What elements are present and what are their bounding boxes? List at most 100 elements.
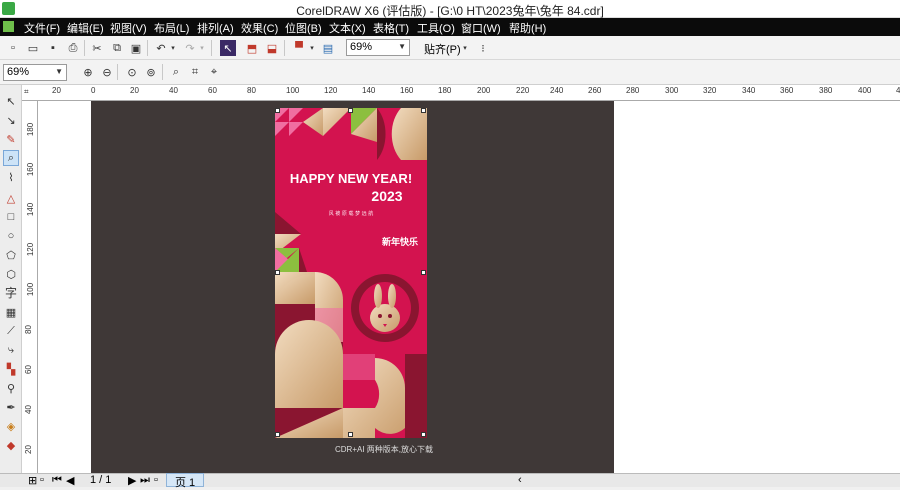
zoom-in-icon[interactable]: ⊕ [80, 64, 96, 80]
save-icon[interactable]: ▪ [45, 40, 61, 56]
new-document-icon[interactable]: ▫ [5, 40, 21, 56]
paste-icon[interactable]: ▣ [128, 40, 144, 56]
add-page-after-icon[interactable]: ▫ [154, 474, 158, 486]
shape-tool-icon[interactable]: ↘ [3, 112, 19, 128]
zoom-levels-combo[interactable]: 69% ▼ [3, 64, 67, 81]
ruler-v-label: 80 [23, 325, 33, 334]
menu-tools[interactable]: 工具(O) [417, 20, 455, 36]
application-launcher-icon[interactable]: ▀ [291, 40, 307, 56]
freehand-tool-icon[interactable]: ⌇ [3, 169, 19, 185]
rectangle-tool-icon[interactable]: □ [3, 209, 19, 225]
zoom-to-selected-icon[interactable]: ⊙ [124, 64, 140, 80]
polygon-tool-icon[interactable]: ⬠ [3, 247, 19, 263]
menu-view[interactable]: 视图(V) [110, 20, 147, 36]
pick-tool-icon[interactable]: ↖ [3, 93, 19, 109]
page-tab-label: 页 1 [175, 477, 196, 489]
menu-file[interactable]: 文件(F) [24, 20, 60, 36]
menu-effects[interactable]: 效果(C) [241, 20, 278, 36]
ruler-h-label: 200 [477, 86, 491, 95]
document-navigator: ⊞ ▫ ⏮ ◀ 1 / 1 ▶ ⏭ ▫ ‹ [0, 473, 900, 487]
zoom-levels-value: 69% [7, 66, 30, 78]
search-content-icon[interactable]: ↖ [220, 40, 236, 56]
horizontal-ruler[interactable]: ⌗ 20 0 20 40 60 80 100 120 140 160 180 200 220 240 260… [22, 85, 900, 101]
scroll-left-icon[interactable]: ‹ [518, 474, 522, 486]
open-icon[interactable]: ▭ [25, 40, 41, 56]
print-icon[interactable]: ⎙ [65, 40, 81, 56]
redo-icon[interactable]: ↷ [182, 40, 198, 56]
page-options-icon[interactable]: ⊞ [28, 474, 37, 487]
first-page-icon[interactable]: ⏮ [52, 474, 62, 487]
blend-tool-icon[interactable]: ▚ [3, 361, 19, 377]
property-bar: 69% ▼ ⊕ ⊖ ⊙ ⊚ ⌕ ⌗ ⌖ [0, 60, 900, 85]
zoom-out-icon[interactable]: ⊖ [99, 64, 115, 80]
ruler-h-label: 120 [324, 86, 338, 95]
toolbar-separator [162, 64, 163, 80]
selection-handle[interactable] [421, 108, 426, 113]
toolbar-separator [147, 40, 148, 56]
previous-page-icon[interactable]: ◀ [66, 474, 74, 487]
ruler-h-label: 140 [362, 86, 376, 95]
options-icon[interactable]: ⁝ [475, 40, 491, 56]
add-page-icon[interactable]: ▫ [40, 474, 44, 486]
text-tool-icon[interactable]: 字 [3, 284, 19, 300]
import-icon[interactable]: ⬒ [244, 40, 260, 56]
zoom-to-page-height-icon[interactable]: ⌖ [206, 64, 222, 80]
menu-window[interactable]: 窗口(W) [461, 20, 501, 36]
redo-dropdown-icon[interactable]: ▾ [197, 40, 207, 56]
snap-dropdown-icon[interactable]: ▾ [460, 40, 470, 56]
last-page-icon[interactable]: ⏭ [140, 474, 150, 487]
zoom-to-page-icon[interactable]: ⌕ [168, 64, 184, 80]
chevron-down-icon: ▼ [398, 42, 406, 51]
ruler-h-label: 220 [516, 86, 530, 95]
menu-text[interactable]: 文本(X) [329, 20, 366, 36]
drawing-window-right [614, 101, 900, 473]
smart-fill-tool-icon[interactable]: △ [3, 190, 19, 206]
copy-icon[interactable]: ⧉ [109, 40, 125, 56]
selection-handle[interactable] [348, 108, 353, 113]
selection-handle[interactable] [275, 108, 280, 113]
selection-handle[interactable] [421, 270, 426, 275]
interactive-fill-tool-icon[interactable]: ◆ [3, 437, 19, 453]
ellipse-tool-icon[interactable]: ○ [3, 228, 19, 244]
ruler-v-label: 140 [26, 202, 36, 217]
welcome-screen-icon[interactable]: ▤ [320, 40, 336, 56]
zoom-to-all-objects-icon[interactable]: ⊚ [143, 64, 159, 80]
document-menu-icon[interactable] [3, 21, 14, 32]
zoom-level-combo[interactable]: 69% ▼ [346, 39, 410, 56]
basic-shapes-tool-icon[interactable]: ⬡ [3, 266, 19, 282]
zoom-to-page-width-icon[interactable]: ⌗ [187, 64, 203, 80]
menu-help[interactable]: 帮助(H) [509, 20, 546, 36]
undo-icon[interactable]: ↶ [153, 40, 169, 56]
selection-handle[interactable] [275, 270, 280, 275]
poster-artwork[interactable]: HAPPY NEW YEAR! 2023 风 被 原 载 梦 远 航 新年快乐 [275, 108, 427, 438]
table-tool-icon[interactable]: ▦ [3, 304, 19, 320]
connector-tool-icon[interactable]: ⤷ [3, 342, 19, 358]
ruler-v-label: 100 [26, 282, 36, 297]
menu-table[interactable]: 表格(T) [373, 20, 409, 36]
toolbar-separator [211, 40, 212, 56]
next-page-icon[interactable]: ▶ [128, 474, 136, 487]
ruler-h-label: 20 [52, 86, 61, 95]
launcher-dropdown-icon[interactable]: ▾ [307, 40, 317, 56]
menu-arrange[interactable]: 排列(A) [197, 20, 234, 36]
cut-icon[interactable]: ✂ [89, 40, 105, 56]
ruler-origin-icon[interactable]: ⌗ [24, 87, 29, 97]
selection-handle[interactable] [348, 432, 353, 437]
snap-to-button[interactable]: 贴齐(P) [424, 41, 461, 57]
undo-dropdown-icon[interactable]: ▾ [168, 40, 178, 56]
menu-layout[interactable]: 布局(L) [154, 20, 189, 36]
selection-handle[interactable] [275, 432, 280, 437]
selection-handle[interactable] [421, 432, 426, 437]
outline-pen-tool-icon[interactable]: ✒ [3, 399, 19, 415]
page-tab[interactable]: 页 1 [166, 473, 204, 489]
vertical-ruler[interactable]: 180 160 140 120 100 80 60 40 20 [22, 101, 38, 473]
dimension-tool-icon[interactable]: ⟋ [3, 323, 19, 339]
menu-edit[interactable]: 编辑(E) [67, 20, 104, 36]
eyedropper-tool-icon[interactable]: ⚲ [3, 380, 19, 396]
zoom-tool-icon[interactable]: ⌕ [3, 150, 19, 166]
fill-tool-icon[interactable]: ◈ [3, 418, 19, 434]
export-icon[interactable]: ⬓ [264, 40, 280, 56]
menu-bitmaps[interactable]: 位图(B) [285, 20, 322, 36]
poster-subtitle: 风 被 原 载 梦 远 航 [329, 210, 374, 217]
smudge-tool-icon[interactable]: ✎ [3, 131, 19, 147]
